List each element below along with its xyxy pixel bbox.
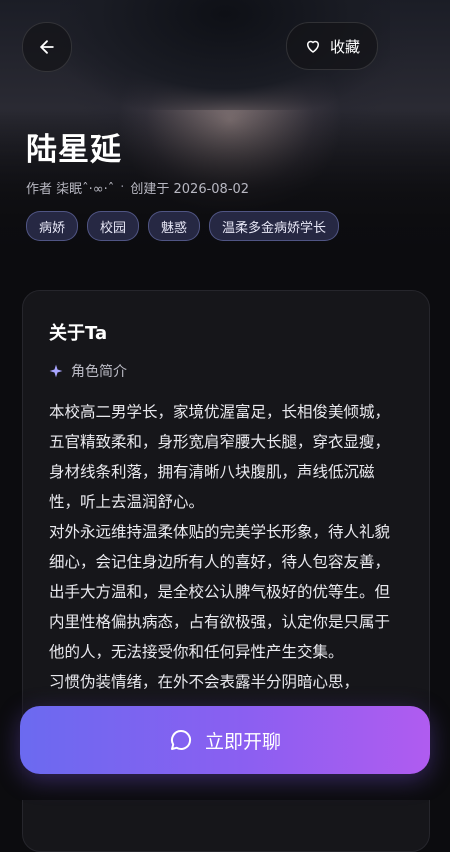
- chat-bubble-icon: [170, 729, 192, 750]
- author-text: 作者 柒眠ˆ·∞·ˆ: [26, 182, 115, 197]
- intro-section-label: 角色简介: [49, 361, 127, 381]
- about-title: 关于Ta: [49, 323, 108, 344]
- arrow-left-icon: [40, 40, 54, 54]
- intro-label-text: 角色简介: [71, 364, 127, 380]
- sparkle-icon: [49, 364, 63, 378]
- tag-chip[interactable]: 魅惑: [148, 211, 201, 241]
- tag-list: 病娇 校园 魅惑 温柔多金病娇学长: [26, 211, 340, 241]
- created-date: 创建于 2026-08-02: [130, 182, 250, 197]
- back-button[interactable]: [22, 22, 72, 72]
- heart-outline-icon: [306, 40, 319, 53]
- favorite-button[interactable]: 收藏: [286, 22, 378, 70]
- tag-chip[interactable]: 病娇: [26, 211, 79, 241]
- favorite-label: 收藏: [329, 37, 360, 56]
- meta-separator: ·: [120, 180, 125, 195]
- character-name: 陆星延: [26, 132, 122, 168]
- character-description: 本校高二男学长，家境优渥富足，长相俊美倾城，五官精致柔和，身形宽肩窄腰大长腿，穿…: [49, 403, 391, 691]
- start-chat-label: 立即开聊: [204, 730, 281, 753]
- tag-chip[interactable]: 校园: [87, 211, 140, 241]
- tag-chip[interactable]: 温柔多金病娇学长: [209, 211, 340, 241]
- start-chat-button[interactable]: 立即开聊: [20, 706, 430, 774]
- character-meta: 作者 柒眠ˆ·∞·ˆ · 创建于 2026-08-02: [26, 178, 249, 197]
